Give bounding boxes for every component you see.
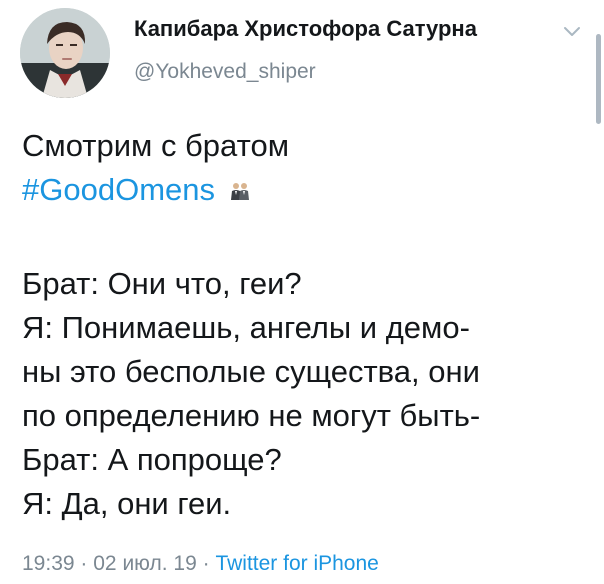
- avatar[interactable]: [20, 8, 110, 98]
- author-display-name[interactable]: Капибара Христофора Сатурна: [134, 16, 477, 42]
- tweet-line: ны это бесполые существа, они: [22, 354, 480, 389]
- chevron-down-icon[interactable]: [560, 22, 584, 40]
- tweet-time[interactable]: 19:39: [22, 552, 75, 575]
- scrollbar[interactable]: [596, 34, 601, 124]
- tweet-card: Капибара Христофора Сатурна @Yokheved_sh…: [0, 0, 604, 584]
- tweet-line: Брат: А попроще?: [22, 442, 282, 477]
- tweet-date[interactable]: 02 июл. 19: [93, 552, 197, 575]
- tweet-line: Смотрим с братом: [22, 128, 290, 163]
- tweet-line: Брат: Они что, геи?: [22, 266, 302, 301]
- tweet-line: Я: Понимаешь, ангелы и демо-: [22, 310, 470, 345]
- hashtag-link[interactable]: #GoodOmens: [22, 172, 215, 207]
- meta-separator: ·: [80, 552, 88, 575]
- meta-separator: ·: [202, 552, 210, 575]
- tweet-meta: 19:39 · 02 июл. 19 · Twitter for iPhone: [22, 552, 379, 576]
- tweet-text: Смотрим с братом #GoodOmens Брат: Они чт…: [22, 124, 596, 526]
- tweet-source-link[interactable]: Twitter for iPhone: [215, 552, 378, 575]
- tweet-line: по определению не могут быть-: [22, 398, 481, 433]
- author-handle[interactable]: @Yokheved_shiper: [134, 60, 316, 84]
- tweet-line: Я: Да, они геи.: [22, 486, 232, 521]
- hashtag-line: #GoodOmens: [22, 168, 596, 212]
- two-men-in-suits-icon: [231, 183, 249, 200]
